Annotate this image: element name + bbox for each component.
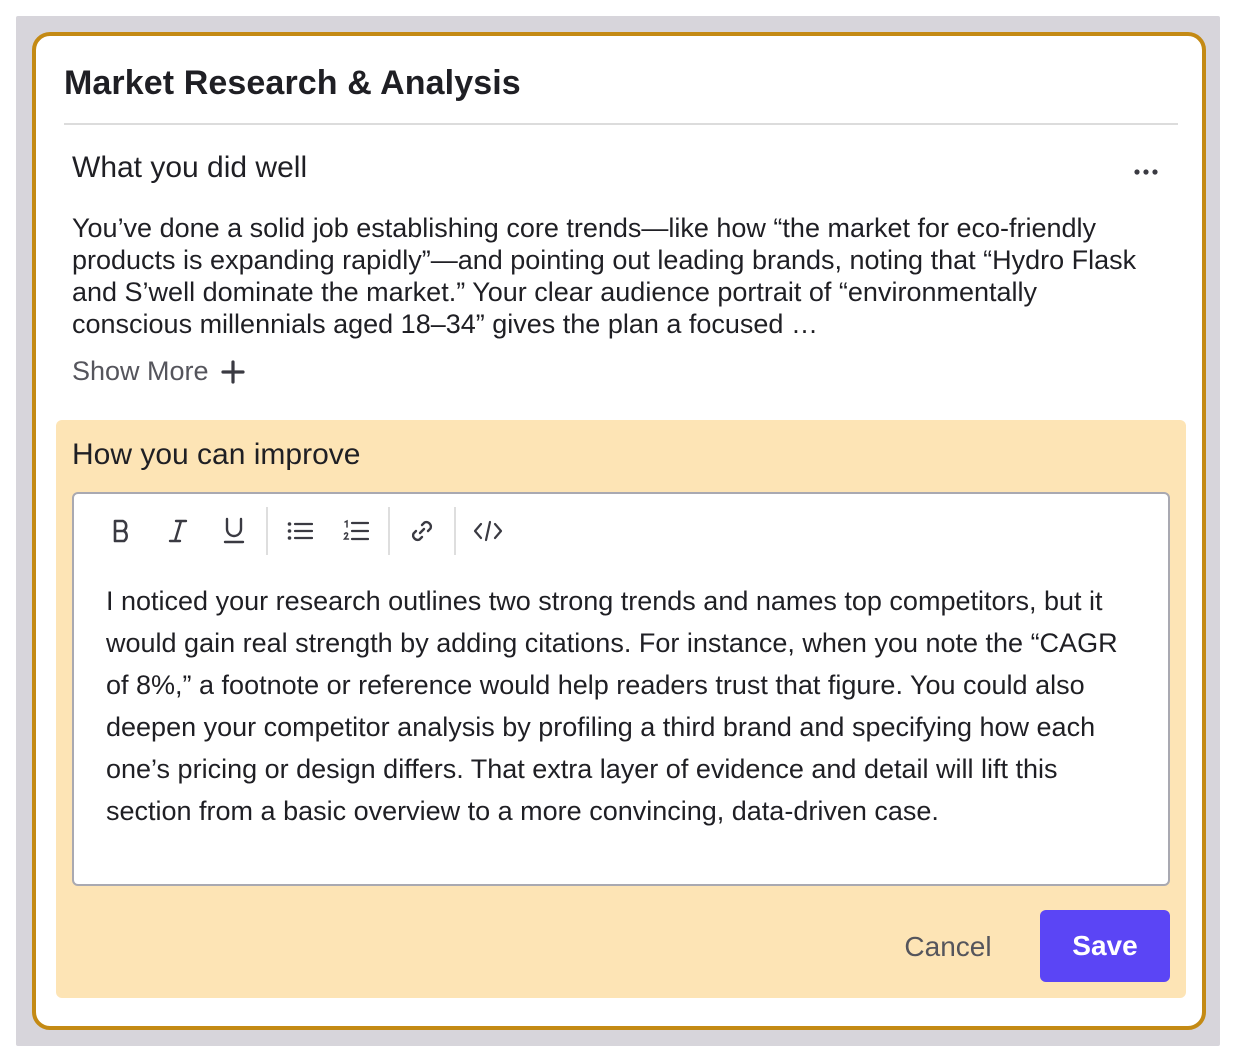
toolbar-divider [388, 507, 390, 555]
link-icon [411, 520, 433, 542]
bullet-list-icon [287, 522, 313, 540]
show-more-label: Show More [72, 356, 209, 386]
cancel-button[interactable]: Cancel [892, 912, 1004, 982]
bold-button[interactable] [94, 508, 150, 554]
plus-icon [220, 359, 245, 384]
bullet-list-button[interactable] [272, 508, 328, 554]
improve-section: How you can improve I noticed your resea… [56, 420, 1186, 998]
editor-toolbar [94, 506, 516, 556]
save-button[interactable]: Save [1040, 910, 1170, 982]
code-icon [473, 520, 503, 542]
show-more-link[interactable]: Show More [72, 356, 245, 387]
more-options-button[interactable] [1128, 158, 1164, 186]
improve-section-heading: How you can improve [72, 438, 361, 471]
link-button[interactable] [394, 508, 450, 554]
card-title: Market Research & Analysis [64, 64, 521, 102]
ellipsis-horizontal-icon [1134, 169, 1158, 175]
well-section-body: You’ve done a solid job establishing cor… [72, 213, 1137, 339]
well-section-heading: What you did well [72, 151, 308, 184]
bold-icon [113, 519, 128, 543]
editor-content[interactable]: I noticed your research outlines two str… [106, 580, 1146, 832]
feedback-card: Market Research & Analysis What you did … [32, 32, 1206, 1030]
numbered-list-icon [343, 519, 369, 541]
rich-text-editor[interactable]: I noticed your research outlines two str… [72, 492, 1170, 886]
italic-icon [168, 519, 188, 543]
toolbar-divider [266, 507, 268, 555]
underline-icon [223, 517, 245, 544]
code-button[interactable] [460, 508, 516, 554]
title-divider [64, 123, 1178, 125]
italic-button[interactable] [150, 508, 206, 554]
underline-button[interactable] [206, 508, 262, 554]
numbered-list-button[interactable] [328, 508, 384, 554]
toolbar-divider [454, 507, 456, 555]
